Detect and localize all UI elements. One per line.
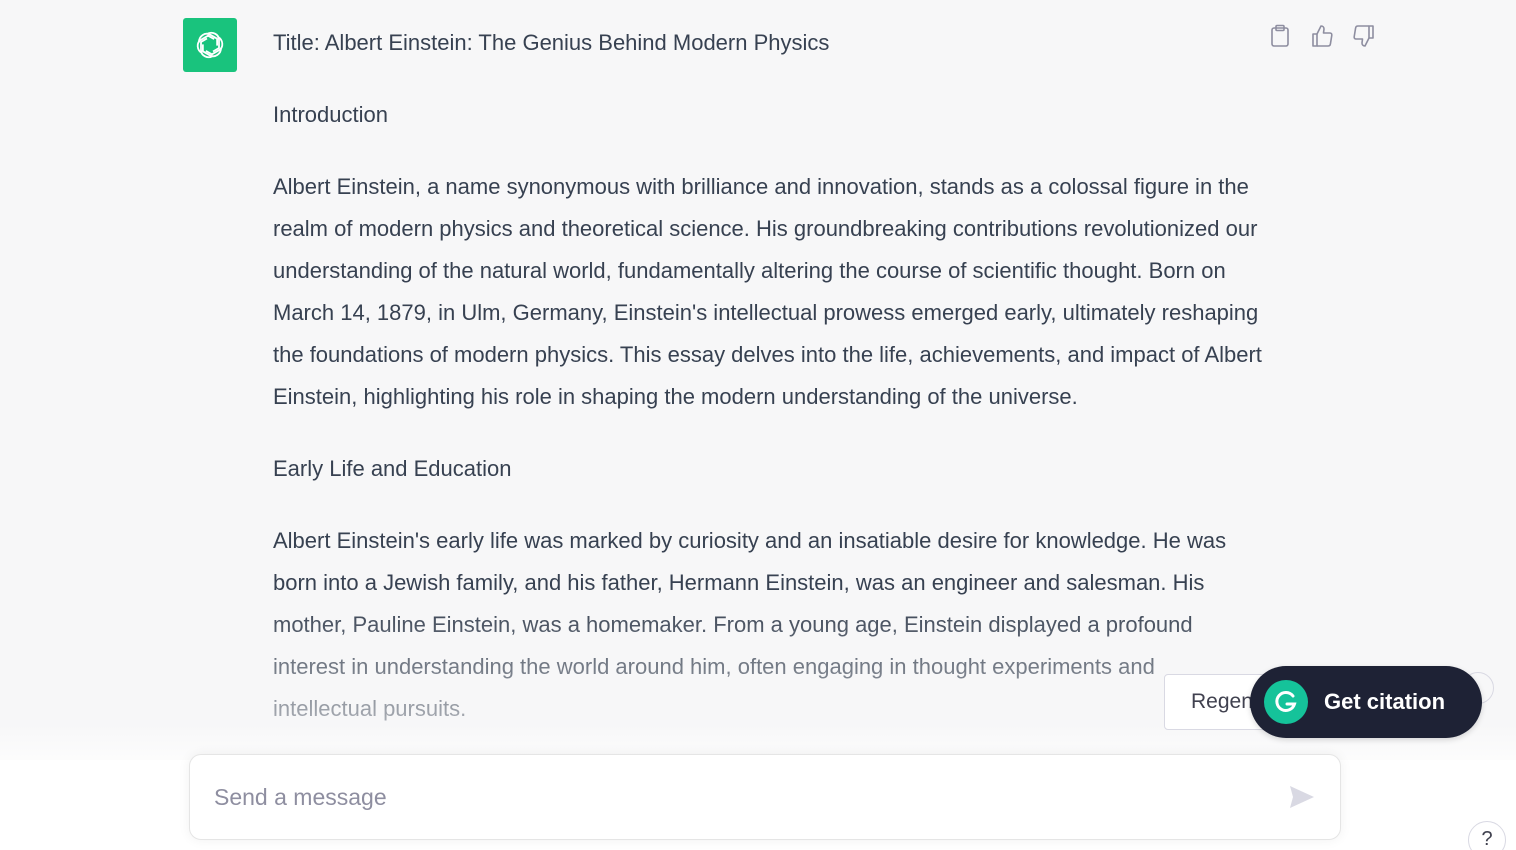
- section-heading-early-life: Early Life and Education: [273, 456, 512, 481]
- message-input[interactable]: [214, 783, 1288, 811]
- thumbs-down-button[interactable]: [1352, 22, 1376, 50]
- thumbs-up-button[interactable]: [1310, 22, 1334, 50]
- thumbs-up-icon: [1312, 25, 1333, 47]
- send-button[interactable]: [1288, 783, 1316, 811]
- intro-paragraph: Albert Einstein, a name synonymous with …: [273, 174, 1262, 409]
- openai-logo-icon: [196, 31, 224, 59]
- get-citation-button[interactable]: Get citation: [1250, 666, 1482, 738]
- copy-button[interactable]: [1268, 22, 1292, 50]
- grammarly-logo-icon: [1264, 680, 1308, 724]
- message-composer: [189, 754, 1341, 840]
- send-icon: [1290, 786, 1314, 808]
- chat-page: Title: Albert Einstein: The Genius Behin…: [0, 0, 1516, 850]
- help-label: ?: [1481, 828, 1493, 850]
- message-title: Title: Albert Einstein: The Genius Behin…: [273, 30, 830, 55]
- clipboard-icon: [1271, 24, 1289, 47]
- section-heading-introduction: Introduction: [273, 102, 388, 127]
- assistant-avatar: [183, 18, 237, 72]
- message-actions: [1268, 22, 1376, 50]
- get-citation-label: Get citation: [1324, 689, 1446, 714]
- early-life-paragraph: Albert Einstein's early life was marked …: [273, 528, 1227, 721]
- thumbs-down-icon: [1353, 25, 1374, 47]
- assistant-message: Title: Albert Einstein: The Genius Behin…: [273, 22, 1263, 760]
